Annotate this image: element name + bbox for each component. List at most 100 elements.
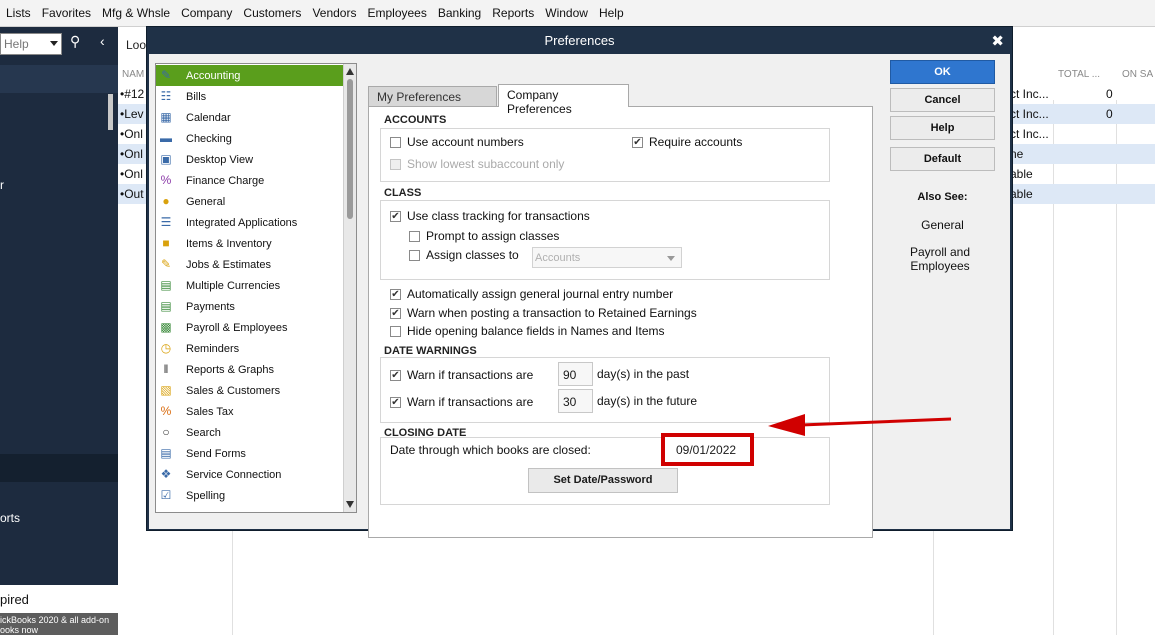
menu-mfg-whsle[interactable]: Mfg & Whsle [102,6,170,20]
warn-retained-earnings-option[interactable]: ✔ Warn when posting a transaction to Ret… [390,306,697,320]
assign-classes-to-checkbox[interactable] [409,249,420,261]
use-account-numbers-option[interactable]: Use account numbers [390,135,524,149]
help-search-box[interactable]: Help [0,33,62,55]
past-days-suffix: day(s) in the past [597,367,690,381]
percent-icon: % [160,173,172,187]
prompt-assign-classes-checkbox[interactable] [409,230,420,242]
menu-employees[interactable]: Employees [367,6,426,20]
also-see-payroll-link[interactable]: Payroll and Employees [890,245,990,273]
cancel-button[interactable]: Cancel [890,88,995,112]
menu-bar: Lists Favorites Mfg & Whsle Company Cust… [0,0,1155,27]
category-spelling[interactable]: ☑ Spelling [156,485,344,506]
menu-customers[interactable]: Customers [243,6,301,20]
assign-classes-to-option[interactable]: Assign classes to [409,248,519,262]
default-button[interactable]: Default [890,147,995,171]
category-checking[interactable]: ▬ Checking [156,128,344,149]
menu-help[interactable]: Help [599,6,624,20]
require-accounts-option[interactable]: ✔ Require accounts [632,135,742,149]
ok-button[interactable]: OK [890,60,995,84]
category-label: Payroll & Employees [186,321,288,334]
menu-vendors[interactable]: Vendors [312,6,356,20]
require-accounts-checkbox[interactable]: ✔ [632,136,643,148]
menu-window[interactable]: Window [545,6,588,20]
scroll-down-icon[interactable] [346,501,354,508]
use-class-tracking-option[interactable]: ✔ Use class tracking for transactions [390,209,590,223]
help-button[interactable]: Help [890,116,995,140]
show-lowest-subaccount-label: Show lowest subaccount only [407,157,565,171]
category-calendar[interactable]: ▦ Calendar [156,107,344,128]
hide-opening-balance-checkbox[interactable] [390,325,401,337]
category-bills[interactable]: ☷ Bills [156,86,344,107]
category-jobs-estimates[interactable]: ✎ Jobs & Estimates [156,254,344,275]
left-nav-reports[interactable]: orts [0,511,20,525]
category-accounting[interactable]: ✎ Accounting [156,65,344,86]
menu-company[interactable]: Company [181,6,232,20]
chevron-down-icon[interactable] [50,41,58,46]
category-sales-customers[interactable]: ▧ Sales & Customers [156,380,344,401]
past-days-input[interactable]: 90 [558,362,593,386]
category-label: Payments [186,300,235,313]
menu-favorites[interactable]: Favorites [42,6,91,20]
column-total-header[interactable]: TOTAL ... [1058,69,1100,80]
future-days-input[interactable]: 30 [558,389,593,413]
warn-future-option[interactable]: ✔ Warn if transactions are [390,395,533,409]
search-icon[interactable]: ⚲ [70,33,80,50]
category-label: Spelling [186,489,226,502]
magnifier-icon: ○ [162,425,170,439]
use-class-tracking-label: Use class tracking for transactions [407,209,590,223]
spelling-icon: ☑ [160,488,172,502]
category-sales-tax[interactable]: % Sales Tax [156,401,344,422]
hide-opening-balance-option[interactable]: Hide opening balance fields in Names and… [390,324,664,338]
category-scrollbar[interactable] [343,64,356,512]
left-nav-scrollbar[interactable] [108,94,113,130]
dialog-title: Preferences [544,33,615,48]
left-nav-promo[interactable]: ickBooks 2020 & all add-on ooks now [0,613,118,635]
category-multiple-currencies[interactable]: ▤ Multiple Currencies [156,275,344,296]
menu-reports[interactable]: Reports [492,6,534,20]
also-see-general-link[interactable]: General [890,218,995,232]
tab-my-preferences[interactable]: My Preferences [368,86,497,106]
service-connection-icon: ❖ [160,467,172,481]
category-label: General [186,195,226,208]
menu-lists[interactable]: Lists [6,6,31,20]
arrow-shaft [800,417,952,427]
bill-icon: ☷ [160,89,172,103]
warn-retained-earnings-checkbox[interactable]: ✔ [390,307,401,319]
category-items-inventory[interactable]: ■ Items & Inventory [156,233,344,254]
category-search[interactable]: ○ Search [156,422,344,443]
category-desktop-view[interactable]: ▣ Desktop View [156,149,344,170]
left-nav-item[interactable]: r [0,178,4,192]
close-icon[interactable]: ✖ [991,32,1004,50]
menu-banking[interactable]: Banking [438,6,481,20]
require-accounts-label: Require accounts [649,135,743,149]
warn-past-option[interactable]: ✔ Warn if transactions are [390,368,533,382]
auto-assign-journal-checkbox[interactable]: ✔ [390,288,401,300]
use-account-numbers-checkbox[interactable] [390,136,401,148]
set-date-password-button[interactable]: Set Date/Password [528,468,678,493]
category-send-forms[interactable]: ▤ Send Forms [156,443,344,464]
category-label: Checking [186,132,232,145]
column-on-header[interactable]: ON SA [1122,69,1153,80]
category-service-connection[interactable]: ❖ Service Connection [156,464,344,485]
category-reports-graphs[interactable]: ‖ Reports & Graphs [156,359,344,380]
warn-future-checkbox[interactable]: ✔ [390,396,401,408]
category-payments[interactable]: ▤ Payments [156,296,344,317]
tab-company-preferences[interactable]: Company Preferences [498,84,629,116]
auto-assign-journal-option[interactable]: ✔ Automatically assign general journal e… [390,287,673,301]
category-label: Bills [186,90,207,103]
auto-assign-journal-label: Automatically assign general journal ent… [407,287,674,301]
category-general[interactable]: ● General [156,191,344,212]
warn-past-checkbox[interactable]: ✔ [390,369,401,381]
bar-chart-icon: ‖ [163,362,169,376]
category-payroll-employees[interactable]: ▩ Payroll & Employees [156,317,344,338]
category-reminders[interactable]: ◷ Reminders [156,338,344,359]
category-finance-charge[interactable]: % Finance Charge [156,170,344,191]
column-name-header[interactable]: NAM [122,69,144,80]
prompt-assign-classes-option[interactable]: Prompt to assign classes [409,229,559,243]
use-class-tracking-checkbox[interactable]: ✔ [390,210,401,222]
chevron-left-icon[interactable]: ‹ [100,33,105,49]
category-integrated-applications[interactable]: ☰ Integrated Applications [156,212,344,233]
scroll-up-icon[interactable] [346,68,354,75]
scroll-thumb[interactable] [347,79,353,219]
look-for-label: Loo [126,38,147,52]
